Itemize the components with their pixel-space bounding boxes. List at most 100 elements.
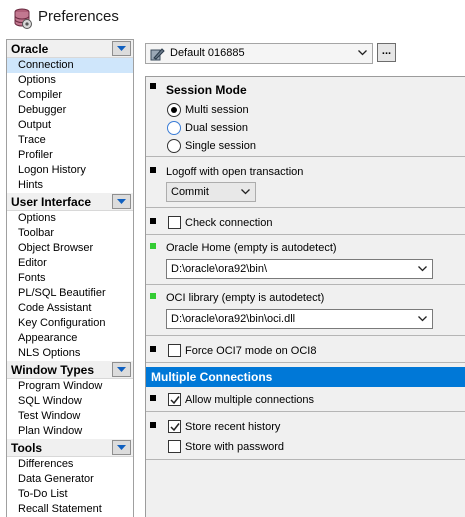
- history-section: Store recent history Store with password: [146, 414, 465, 460]
- sidebar-item-recall-statement[interactable]: Recall Statement: [7, 502, 133, 517]
- sidebar-item-plan-window[interactable]: Plan Window: [7, 424, 133, 439]
- sidebar-item-code-assistant[interactable]: Code Assistant: [7, 301, 133, 316]
- group-label: Window Types: [11, 363, 95, 377]
- store-password-checkbox[interactable]: [168, 440, 181, 453]
- section-marker: [150, 395, 156, 401]
- allow-multiple-section: Allow multiple connections: [146, 387, 465, 412]
- checkmark-icon: [170, 423, 180, 432]
- sidebar-item-nls-options[interactable]: NLS Options: [7, 346, 133, 361]
- group-label: User Interface: [11, 195, 92, 209]
- connection-options: Session Mode Multi session Dual session …: [145, 76, 465, 517]
- database-app-icon: [14, 8, 32, 29]
- force-oci7-label: Force OCI7 mode on OCI8: [185, 345, 317, 357]
- oracle-home-label: Oracle Home (empty is autodetect): [166, 242, 337, 254]
- section-marker: [150, 218, 156, 224]
- collapse-button[interactable]: [112, 440, 131, 455]
- multiple-connections-title: Multiple Connections: [151, 370, 273, 384]
- allow-multiple-label: Allow multiple connections: [185, 394, 315, 406]
- radio-dual-session[interactable]: [167, 121, 181, 135]
- sidebar-item-test-window[interactable]: Test Window: [7, 409, 133, 424]
- store-recent-label: Store recent history: [185, 421, 281, 433]
- sidebar-item-toolbar[interactable]: Toolbar: [7, 226, 133, 241]
- group-header-window-types[interactable]: Window Types: [7, 361, 133, 379]
- sidebar-item-object-browser[interactable]: Object Browser: [7, 241, 133, 256]
- chevron-down-icon: [418, 316, 427, 322]
- logoff-label: Logoff with open transaction: [166, 166, 304, 178]
- chevron-down-icon: [358, 50, 367, 56]
- sidebar-item-todo-list[interactable]: To-Do List: [7, 487, 133, 502]
- sidebar-item-debugger[interactable]: Debugger: [7, 103, 133, 118]
- logoff-section: Logoff with open transaction Commit: [146, 159, 465, 208]
- logoff-value: Commit: [171, 186, 209, 198]
- chevron-down-icon: [418, 266, 427, 272]
- oci-library-label: OCI library (empty is autodetect): [166, 292, 325, 304]
- logoff-dropdown[interactable]: Commit: [166, 182, 256, 202]
- profile-bar: Default 016885 ...: [143, 39, 465, 72]
- chevron-down-icon: [117, 46, 126, 51]
- check-connection-checkbox[interactable]: [168, 216, 181, 229]
- sidebar-item-hints[interactable]: Hints: [7, 178, 133, 193]
- group-header-oracle[interactable]: Oracle: [7, 40, 133, 58]
- oracle-home-input[interactable]: D:\oracle\ora92\bin\: [166, 259, 433, 279]
- section-marker: [150, 83, 156, 89]
- check-connection-label: Check connection: [185, 217, 273, 229]
- store-recent-checkbox[interactable]: [168, 420, 181, 433]
- sidebar-item-connection[interactable]: Connection: [7, 58, 133, 73]
- section-marker: [150, 346, 156, 352]
- collapse-button[interactable]: [112, 194, 131, 209]
- profile-select[interactable]: Default 016885: [145, 43, 373, 64]
- sidebar-item-profiler[interactable]: Profiler: [7, 148, 133, 163]
- radio-multi-session[interactable]: [167, 103, 181, 117]
- check-connection-section: Check connection: [146, 210, 465, 235]
- session-mode-section: Session Mode Multi session Dual session …: [146, 77, 465, 157]
- force-oci7-checkbox[interactable]: [168, 344, 181, 357]
- profile-more-button[interactable]: ...: [377, 43, 396, 62]
- sidebar-item-sql-window[interactable]: SQL Window: [7, 394, 133, 409]
- store-password-label: Store with password: [185, 441, 285, 453]
- section-marker: [150, 167, 156, 173]
- sidebar-item-output[interactable]: Output: [7, 118, 133, 133]
- preferences-sidebar: Oracle Connection Options Compiler Debug…: [6, 39, 134, 517]
- sidebar-item-options[interactable]: Options: [7, 73, 133, 88]
- sidebar-item-trace[interactable]: Trace: [7, 133, 133, 148]
- profile-value: Default 016885: [170, 47, 245, 59]
- group-label: Tools: [11, 441, 43, 455]
- group-header-tools[interactable]: Tools: [7, 439, 133, 457]
- title-bar: Preferences: [0, 0, 465, 36]
- sidebar-item-appearance[interactable]: Appearance: [7, 331, 133, 346]
- sidebar-item-program-window[interactable]: Program Window: [7, 379, 133, 394]
- multiple-connections-header: Multiple Connections: [146, 367, 465, 387]
- chevron-down-icon: [117, 199, 126, 204]
- group-header-user-interface[interactable]: User Interface: [7, 193, 133, 211]
- sidebar-item-key-configuration[interactable]: Key Configuration: [7, 316, 133, 331]
- radio-multi-session-label: Multi session: [185, 104, 249, 116]
- sidebar-item-fonts[interactable]: Fonts: [7, 271, 133, 286]
- section-marker-green: [150, 293, 156, 299]
- sidebar-item-logon-history[interactable]: Logon History: [7, 163, 133, 178]
- sidebar-item-differences[interactable]: Differences: [7, 457, 133, 472]
- radio-dual-session-label: Dual session: [185, 122, 248, 134]
- collapse-button[interactable]: [112, 362, 131, 377]
- radio-single-session[interactable]: [167, 139, 181, 153]
- settings-panel: Default 016885 ... Session Mode Multi se…: [143, 39, 465, 517]
- sidebar-item-editor[interactable]: Editor: [7, 256, 133, 271]
- oracle-home-section: Oracle Home (empty is autodetect) D:\ora…: [146, 237, 465, 285]
- oci-library-input[interactable]: D:\oracle\ora92\bin\oci.dll: [166, 309, 433, 329]
- checkmark-icon: [170, 396, 180, 405]
- oracle-home-value: D:\oracle\ora92\bin\: [171, 263, 267, 275]
- force-oci7-section: Force OCI7 mode on OCI8: [146, 338, 465, 363]
- chevron-down-icon: [117, 367, 126, 372]
- allow-multiple-checkbox[interactable]: [168, 393, 181, 406]
- sidebar-item-data-generator[interactable]: Data Generator: [7, 472, 133, 487]
- oci-library-section: OCI library (empty is autodetect) D:\ora…: [146, 287, 465, 336]
- sidebar-item-compiler[interactable]: Compiler: [7, 88, 133, 103]
- radio-single-session-label: Single session: [185, 140, 256, 152]
- section-marker: [150, 422, 156, 428]
- chevron-down-icon: [117, 445, 126, 450]
- oci-library-value: D:\oracle\ora92\bin\oci.dll: [171, 313, 296, 325]
- group-label: Oracle: [11, 42, 49, 56]
- collapse-button[interactable]: [112, 41, 131, 56]
- sidebar-item-ui-options[interactable]: Options: [7, 211, 133, 226]
- window-title: Preferences: [38, 8, 119, 25]
- sidebar-item-plsql-beautifier[interactable]: PL/SQL Beautifier: [7, 286, 133, 301]
